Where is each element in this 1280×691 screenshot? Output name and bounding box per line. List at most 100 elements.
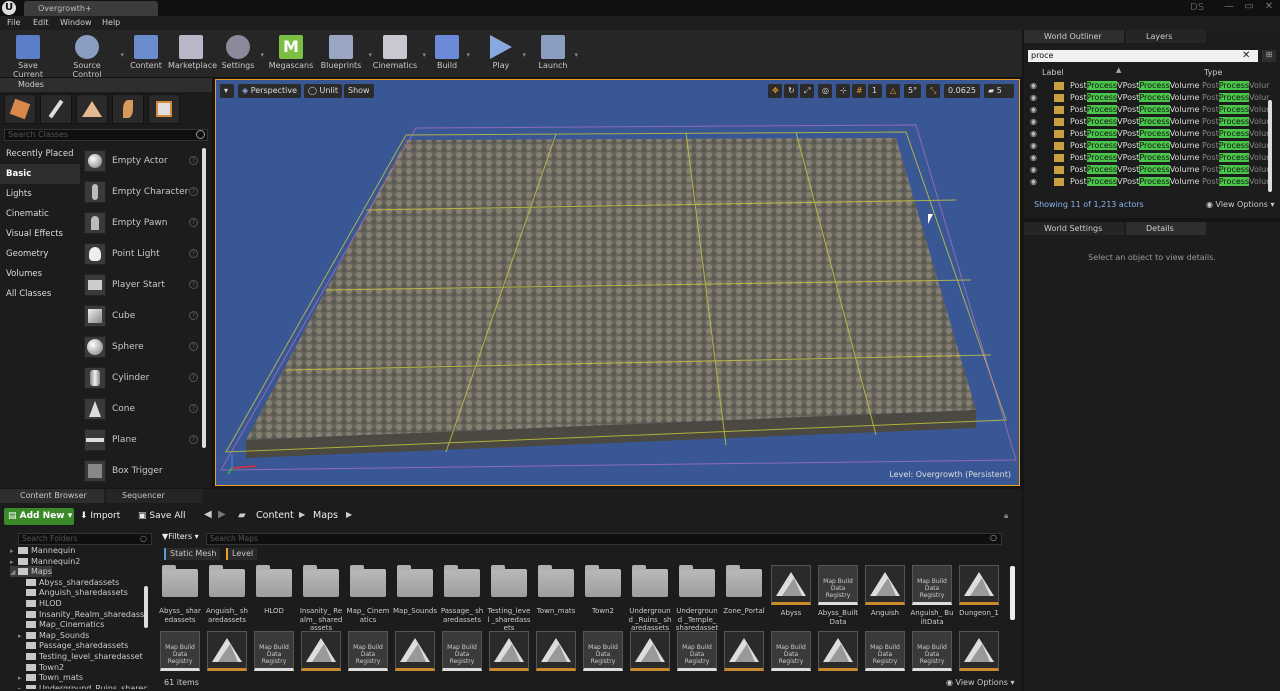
- viewport-options-button[interactable]: ▾: [220, 84, 234, 98]
- folder-tree-item[interactable]: Map_Cinematics: [18, 619, 104, 630]
- folder-asset[interactable]: Map_Sounds: [393, 565, 437, 631]
- show-button[interactable]: Show: [344, 84, 374, 98]
- help-icon[interactable]: ?: [189, 373, 198, 382]
- tab-layers[interactable]: Layers: [1126, 30, 1206, 43]
- build-button[interactable]: Build ▾: [432, 33, 470, 75]
- search-maps-input[interactable]: Search Maps: [206, 533, 1002, 545]
- map-asset[interactable]: [393, 631, 437, 675]
- help-icon[interactable]: ?: [189, 218, 198, 227]
- surface-snap-icon[interactable]: ⊹: [836, 84, 850, 98]
- outliner-row[interactable]: ◉ PostProcessVPostProcessVolume PostProce…: [1024, 164, 1272, 176]
- landscape-mode-icon[interactable]: [76, 94, 108, 124]
- scale-snap-value[interactable]: 0.0625: [944, 84, 980, 98]
- place-item-empty-pawn[interactable]: Empty Pawn?: [84, 208, 200, 238]
- place-item-cube[interactable]: Cube?: [84, 301, 200, 331]
- place-item-sphere[interactable]: Sphere?: [84, 332, 200, 362]
- map-asset[interactable]: [299, 631, 343, 675]
- folder-tree-item[interactable]: Abyss_sharedassets: [18, 577, 119, 588]
- map-asset[interactable]: [205, 631, 249, 675]
- perspective-button[interactable]: ◈ Perspective: [238, 84, 302, 98]
- outliner-row[interactable]: ◉ PostProcessVPostProcessVolume PostProce…: [1024, 140, 1272, 152]
- folder-asset[interactable]: Anguish_ sharedassets: [205, 565, 249, 631]
- folder-tree-item[interactable]: ▸ Map_Sounds: [18, 630, 89, 641]
- scale-tool-icon[interactable]: ⤢: [800, 84, 814, 98]
- clear-search-icon[interactable]: ✕: [1242, 50, 1250, 62]
- expand-icon[interactable]: ◢: [10, 567, 18, 578]
- add-new-button[interactable]: ▤ Add New ▾: [4, 508, 74, 525]
- eye-icon[interactable]: ◉: [1030, 104, 1042, 116]
- scrollbar[interactable]: [144, 586, 148, 628]
- grid-size-button[interactable]: 1: [868, 84, 882, 98]
- category-visual-effects[interactable]: Visual Effects: [0, 224, 80, 244]
- folder-asset[interactable]: Town2: [581, 565, 625, 631]
- folder-asset[interactable]: Insanity_ Realm_ sharedassets: [299, 565, 343, 632]
- build-data-asset[interactable]: Map Build Data Registry: [675, 631, 719, 675]
- lock-icon[interactable]: 🔒︎: [1004, 511, 1008, 521]
- modes-tab[interactable]: Modes: [0, 78, 212, 92]
- column-type[interactable]: Type: [1204, 68, 1222, 77]
- breadcrumb-maps[interactable]: Maps: [313, 510, 338, 521]
- folder-asset[interactable]: Underground _Ruins_ sharedassets: [628, 565, 672, 632]
- level-viewport[interactable]: ▾ ◈ Perspective ◯ Unlit Show ✥ ↻ ⤢ ◎ ⊹ #…: [215, 79, 1020, 486]
- place-item-cone[interactable]: Cone?: [84, 394, 200, 424]
- tab-content-browser[interactable]: Content Browser: [0, 489, 104, 503]
- document-tab[interactable]: Overgrowth+: [24, 1, 158, 16]
- map-asset[interactable]: [534, 631, 578, 675]
- map-asset[interactable]: Dungeon_1: [957, 565, 1001, 631]
- outliner-search-input[interactable]: proce: [1028, 50, 1258, 62]
- place-item-empty-actor[interactable]: Empty Actor?: [84, 146, 200, 176]
- outliner-row[interactable]: ◉ PostProcessVPostProcessVolume PostProce…: [1024, 176, 1272, 188]
- folder-tree-item[interactable]: ▸ Underground_Ruins_sharec: [18, 683, 148, 689]
- filters-button[interactable]: ▼Filters ▾: [162, 532, 199, 541]
- view-options-button[interactable]: ◉ View Options ▾: [946, 678, 1015, 687]
- place-item-point-light[interactable]: Point Light?: [84, 239, 200, 269]
- launch-button[interactable]: Launch ▾: [536, 33, 578, 75]
- menu-edit[interactable]: Edit: [33, 16, 49, 30]
- place-item-cylinder[interactable]: Cylinder?: [84, 363, 200, 393]
- category-basic[interactable]: Basic: [0, 164, 80, 184]
- category-volumes[interactable]: Volumes: [0, 264, 80, 284]
- build-data-asset[interactable]: Map Build Data Registry: [863, 631, 907, 675]
- save-all-button[interactable]: ▣ Save All: [138, 508, 186, 525]
- outliner-row[interactable]: ◉ PostProcessVPostProcessVolume PostProce…: [1024, 104, 1272, 116]
- help-icon[interactable]: ?: [189, 342, 198, 351]
- build-data-asset[interactable]: Map Build Data Registry: [581, 631, 625, 675]
- map-asset[interactable]: [628, 631, 672, 675]
- play-button[interactable]: Play ▾: [484, 33, 526, 75]
- place-item-player-start[interactable]: Player Start?: [84, 270, 200, 300]
- tab-world-outliner[interactable]: World Outliner: [1024, 30, 1124, 43]
- eye-icon[interactable]: ◉: [1030, 92, 1042, 104]
- build-data-asset[interactable]: Map Build Data Registry: [440, 631, 484, 675]
- world-space-icon[interactable]: ◎: [818, 84, 832, 98]
- eye-icon[interactable]: ◉: [1030, 80, 1042, 92]
- outliner-row[interactable]: ◉ PostProcessVPostProcessVolume PostProce…: [1024, 92, 1272, 104]
- map-asset[interactable]: [487, 631, 531, 675]
- blueprints-button[interactable]: Blueprints ▾: [318, 33, 372, 75]
- map-asset[interactable]: Abyss: [769, 565, 813, 631]
- create-folder-icon[interactable]: ⊞: [1262, 50, 1276, 62]
- category-geometry[interactable]: Geometry: [0, 244, 80, 264]
- view-mode-button[interactable]: ◯ Unlit: [304, 84, 343, 98]
- eye-icon[interactable]: ◉: [1030, 128, 1042, 140]
- scrollbar[interactable]: [1010, 566, 1015, 620]
- scrollbar[interactable]: [202, 148, 206, 448]
- help-icon[interactable]: ?: [189, 404, 198, 413]
- scale-snap-icon[interactable]: ⤡: [926, 84, 940, 98]
- build-data-asset[interactable]: Map Build Data Registry: [346, 631, 390, 675]
- settings-button[interactable]: Settings ▾: [220, 33, 264, 75]
- folder-asset[interactable]: Abyss_ sharedassets: [158, 565, 202, 631]
- search-folders-input[interactable]: Search Folders: [18, 533, 152, 545]
- geometry-mode-icon[interactable]: [148, 94, 180, 124]
- megascans-button[interactable]: M Megascans: [268, 33, 314, 75]
- menu-help[interactable]: Help: [102, 16, 120, 30]
- folder-asset[interactable]: Testing_level _sharedassets: [487, 565, 531, 632]
- back-icon[interactable]: ◀: [204, 509, 212, 520]
- place-item-box-trigger[interactable]: Box Trigger: [84, 456, 200, 486]
- translate-tool-icon[interactable]: ✥: [768, 84, 782, 98]
- paint-mode-icon[interactable]: [40, 94, 72, 124]
- outliner-row[interactable]: ◉ PostProcessVPostProcessVolume PostProce…: [1024, 80, 1272, 92]
- help-icon[interactable]: ?: [189, 249, 198, 258]
- close-icon[interactable]: ✕: [1262, 1, 1276, 13]
- category-all-classes[interactable]: All Classes: [0, 284, 80, 304]
- folder-asset[interactable]: Passage_ sharedassets: [440, 565, 484, 631]
